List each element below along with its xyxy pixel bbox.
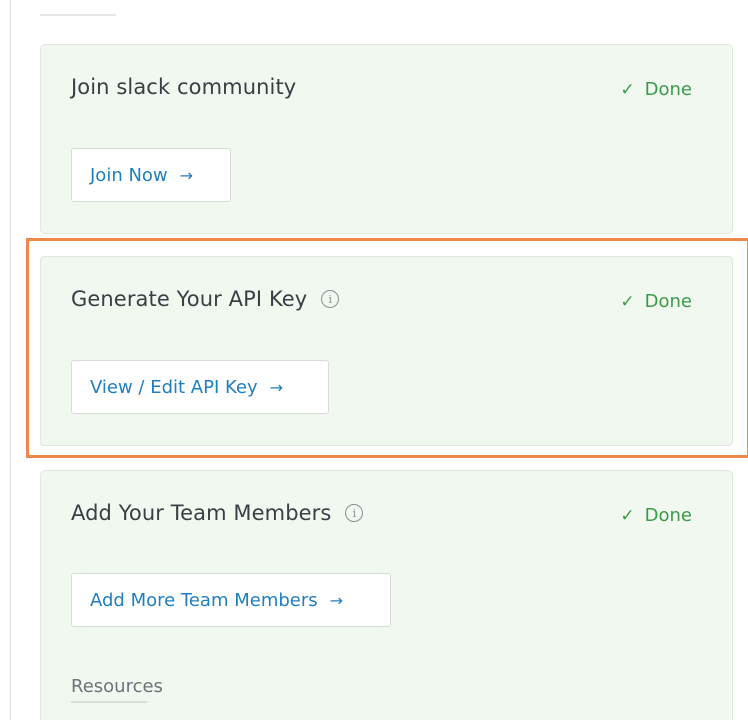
card-title-text: Generate Your API Key (71, 287, 308, 311)
status-done: ✓ Done (620, 505, 692, 526)
resources-underline (71, 701, 147, 703)
arrow-right-icon: → (269, 377, 284, 397)
status-label: Done (644, 79, 692, 100)
arrow-right-icon: → (329, 590, 344, 610)
info-icon[interactable]: i (345, 504, 364, 522)
check-icon: ✓ (620, 79, 635, 100)
arrow-right-icon: → (179, 165, 194, 185)
checklist-card-slack: Join slack community ✓ Done Join Now → (40, 44, 733, 234)
status-label: Done (644, 291, 692, 312)
card-title: Join slack community (71, 75, 296, 99)
checklist-card-api-key: Generate Your API Key i ✓ Done View / Ed… (40, 256, 733, 446)
check-icon: ✓ (620, 291, 635, 312)
card-title-text: Join slack community (71, 75, 297, 99)
top-tab-underline (40, 14, 116, 16)
status-done: ✓ Done (620, 291, 692, 312)
button-label: Add More Team Members (90, 589, 318, 611)
onboarding-checklist: Join slack community ✓ Done Join Now → G… (0, 0, 748, 720)
button-label: Join Now (90, 164, 168, 186)
button-label: View / Edit API Key (90, 376, 258, 398)
card-title: Generate Your API Key i (71, 287, 340, 311)
checklist-card-team-members: Add Your Team Members i ✓ Done Add More … (40, 470, 733, 720)
status-label: Done (644, 505, 692, 526)
join-now-button[interactable]: Join Now → (71, 148, 231, 202)
left-divider (10, 0, 11, 720)
card-title-text: Add Your Team Members (71, 501, 332, 525)
check-icon: ✓ (620, 505, 635, 526)
view-edit-api-key-button[interactable]: View / Edit API Key → (71, 360, 329, 414)
card-title: Add Your Team Members i (71, 501, 364, 525)
resources-tab[interactable]: Resources (71, 676, 163, 697)
info-icon[interactable]: i (321, 290, 340, 308)
add-team-members-button[interactable]: Add More Team Members → (71, 573, 391, 627)
status-done: ✓ Done (620, 79, 692, 100)
